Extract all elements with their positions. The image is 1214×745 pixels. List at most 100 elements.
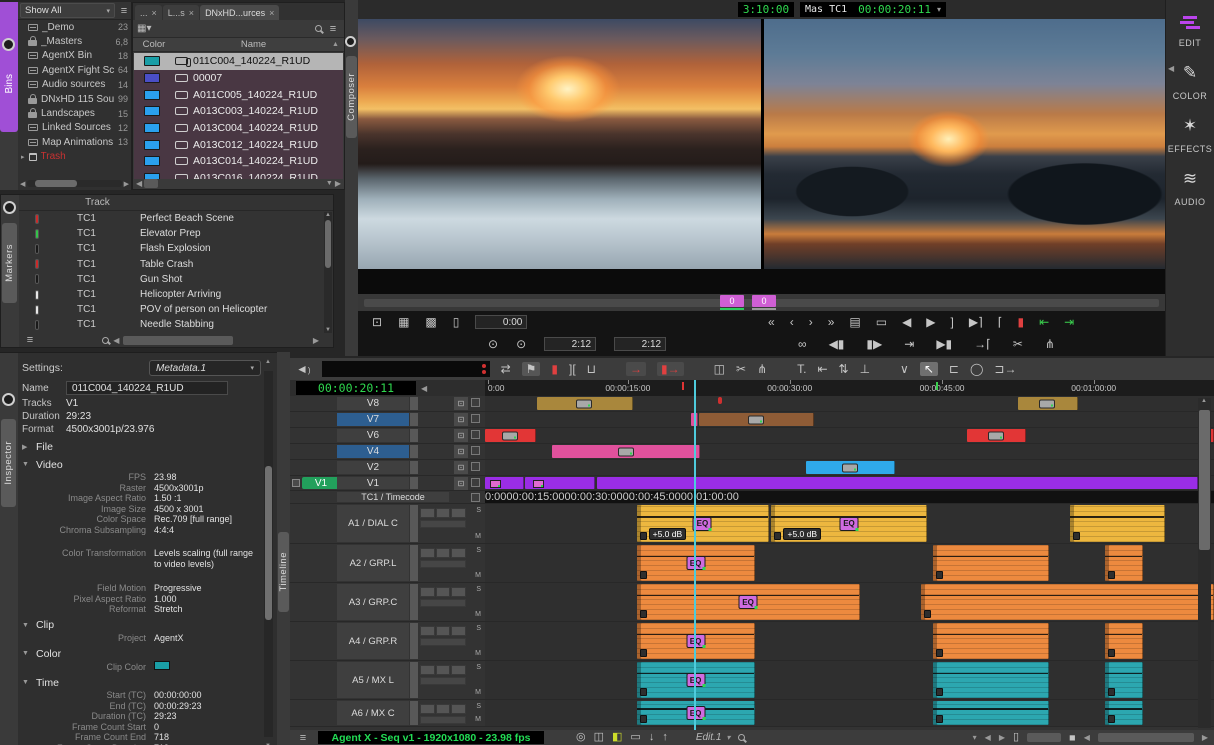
mute-button[interactable]: M	[475, 689, 481, 696]
bin-filter-dropdown[interactable]: Show All ▾	[20, 3, 115, 18]
monitor-icon[interactable]: ⊡	[454, 413, 468, 426]
scroll-down-icon[interactable]: ▼	[324, 327, 332, 333]
search-icon[interactable]	[315, 25, 322, 32]
name-column-header[interactable]: Name	[175, 39, 332, 50]
disclosure-icon[interactable]: ▼	[22, 622, 30, 629]
match-frame-icon[interactable]: ⋔	[757, 363, 767, 375]
bin-menu-icon[interactable]: ≡	[326, 23, 340, 35]
audio-clip[interactable]	[1105, 662, 1143, 698]
record-track-icon[interactable]	[471, 493, 480, 502]
segment-insert-icon[interactable]: ⊏	[949, 363, 959, 375]
zoom-box-icon[interactable]: ◼	[1069, 734, 1076, 742]
close-icon[interactable]: ×	[269, 8, 274, 18]
solo-button[interactable]: S	[476, 703, 481, 710]
scroll-up-icon[interactable]: ▲	[1201, 398, 1207, 404]
timeline-timecode-display[interactable]: 00:00:20:11	[296, 381, 416, 395]
bin-tab[interactable]: DNxHD...urces×	[200, 5, 279, 20]
effect-badge-icon[interactable]	[1039, 399, 1055, 408]
extend-icon[interactable]: ⇥	[904, 338, 914, 350]
marker-row[interactable]: TC1Table Crash	[19, 257, 333, 272]
sequence-name-display[interactable]: Agent X - Seq v1 - 1920x1080 - 23.98 fps	[318, 731, 544, 744]
close-icon[interactable]: ×	[189, 8, 194, 18]
tracking-badge[interactable]: 0	[752, 295, 776, 307]
scroll-left-icon[interactable]: ◀	[20, 180, 25, 188]
solo-button[interactable]: S	[476, 586, 481, 593]
motion-effect-icon[interactable]	[533, 480, 544, 488]
record-track-icon[interactable]	[471, 414, 480, 423]
video-clip[interactable]	[597, 477, 1198, 489]
track-select-button[interactable]: A4 / GRP.R	[337, 623, 409, 659]
source-patch-icon[interactable]	[292, 479, 300, 487]
source-monitor[interactable]	[358, 19, 761, 269]
clip-color-chip[interactable]	[144, 73, 160, 83]
track-lane-a4-grp-r[interactable]: EQ	[485, 622, 1214, 660]
solo-button[interactable]: S	[476, 625, 481, 632]
export-icon[interactable]: ⊐→	[994, 363, 1016, 375]
track-lane-v7[interactable]	[485, 412, 1214, 427]
disclosure-icon[interactable]: ▸	[21, 153, 25, 161]
scroll-left-icon[interactable]: ◀	[985, 733, 991, 742]
trim-left-icon[interactable]: ⇤	[817, 363, 827, 375]
overwrite-icon[interactable]: →	[626, 362, 646, 376]
effect-badge-icon[interactable]	[748, 415, 764, 424]
section-header[interactable]: ▼Color	[22, 646, 261, 661]
track-lane-a6-mx-c[interactable]: EQ	[485, 700, 1214, 726]
bins-hscrollbar[interactable]: ◀ ▶	[20, 179, 129, 188]
scroll-left-icon[interactable]: ◀	[1084, 733, 1090, 742]
marker-row[interactable]: TC1POV of person on Helicopter	[19, 302, 333, 317]
patch-button[interactable]: V1	[302, 477, 340, 489]
track-display-strip[interactable]	[322, 361, 490, 377]
scroll-left-icon[interactable]: ◀	[113, 336, 119, 345]
scroll-down-icon[interactable]: ▼	[326, 180, 333, 187]
audio-clip[interactable]: EQ	[637, 584, 861, 620]
position-field[interactable]: 0:00	[475, 315, 527, 329]
record-track-icon[interactable]	[471, 446, 480, 455]
bins-menu-icon[interactable]: ≡	[117, 5, 131, 17]
playhead[interactable]	[694, 380, 696, 730]
chevron-down-icon[interactable]: ▾	[973, 733, 977, 742]
solo-button[interactable]: S	[476, 664, 481, 671]
mute-button[interactable]: M	[475, 572, 481, 579]
markers-tab[interactable]: Markers	[2, 223, 17, 303]
zoom-search-icon[interactable]	[738, 734, 745, 741]
audio-tool-icon[interactable]	[436, 626, 451, 636]
bin-tab[interactable]: ...×	[135, 5, 162, 20]
keyboard-icon[interactable]: ▤	[849, 316, 860, 328]
video-quality-icon[interactable]: ◫	[594, 732, 604, 743]
audio-tool-icon[interactable]	[436, 665, 451, 675]
add-marker-icon[interactable]: ▮	[551, 363, 558, 375]
mark-out-icon[interactable]: ]	[951, 316, 954, 328]
track-lane-a3-grp-c[interactable]: EQ	[485, 583, 1214, 621]
timeline-vscrollbar[interactable]: ▲	[1198, 398, 1211, 728]
video-clip[interactable]	[525, 477, 595, 489]
audio-tool-icon[interactable]	[436, 548, 451, 558]
workspace-audio[interactable]: ≋AUDIO	[1174, 170, 1205, 207]
markers-vscrollbar[interactable]: ▲ ▼	[324, 212, 332, 333]
bin-clip-row[interactable]: A013C003_140224_R1UD	[134, 103, 343, 120]
timeline-view-dropdown[interactable]: Edit.1 ▾	[696, 732, 731, 743]
monitor-icon[interactable]: ⊡	[454, 461, 468, 474]
audio-clip[interactable]: EQ+5.0 dB	[637, 505, 770, 542]
track-lane-v2[interactable]	[485, 460, 1214, 475]
mute-button[interactable]: M	[475, 716, 481, 723]
video-clip[interactable]	[537, 397, 633, 410]
secondary-timecode[interactable]: 3:10:00	[738, 2, 794, 17]
audio-tool-icon[interactable]	[436, 587, 451, 597]
track-select-button[interactable]: V4	[337, 445, 409, 458]
track-lane-v6[interactable]	[485, 428, 1214, 443]
scissors-icon[interactable]: ✂	[1013, 338, 1023, 350]
track-lane-a5-mx-l[interactable]: EQ	[485, 661, 1214, 699]
markers-menu-icon[interactable]: ≡	[23, 334, 37, 346]
audio-tool-icon[interactable]	[420, 548, 435, 558]
workspace-effects[interactable]: ✶EFFECTS	[1168, 117, 1213, 154]
track-lane-v8[interactable]	[485, 396, 1214, 411]
track-select-button[interactable]: A1 / DIAL C	[337, 505, 409, 542]
workspace-color[interactable]: ✎COLOR	[1173, 64, 1208, 101]
audio-clip[interactable]	[933, 545, 1049, 581]
mute-button[interactable]: M	[475, 650, 481, 657]
go-to-in-icon[interactable]: ⇤	[1039, 316, 1049, 328]
scroll-right-icon[interactable]: ▶	[1202, 733, 1208, 742]
audio-tool-icon[interactable]	[420, 704, 435, 714]
audio-clip[interactable]	[1105, 623, 1143, 659]
track-lane-v1[interactable]	[485, 476, 1214, 490]
